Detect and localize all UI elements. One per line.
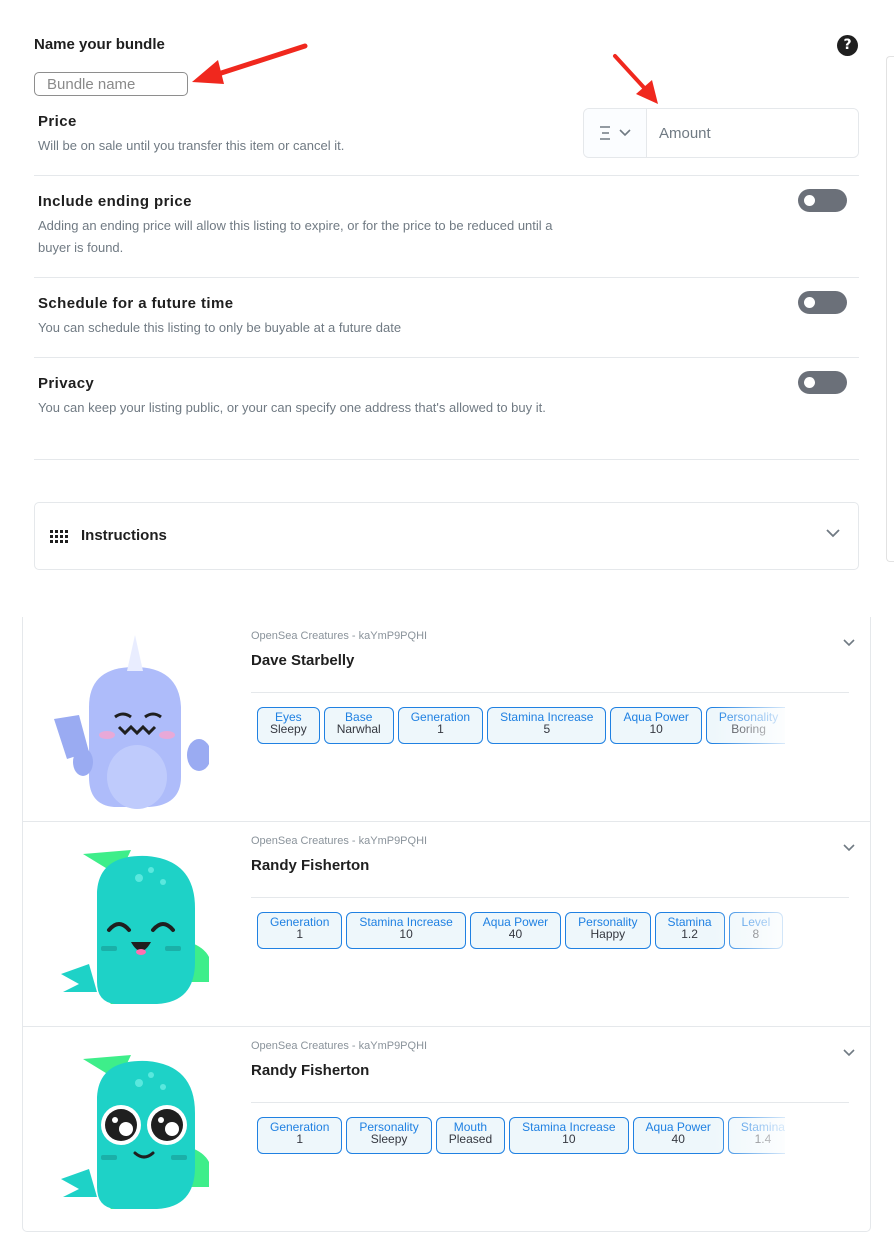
chevron-down-icon [826, 529, 840, 538]
trait-badge[interactable]: Eyes Sleepy [257, 707, 320, 744]
trait-badge[interactable]: Stamina Increase 10 [509, 1117, 629, 1154]
amount-input[interactable] [647, 109, 858, 157]
collection-name[interactable]: OpenSea Creatures - kaYmP9PQHI [251, 1040, 427, 1052]
trait-badge[interactable]: Stamina 1.4 [727, 1117, 785, 1154]
privacy-description: You can keep your listing public, or you… [38, 400, 546, 415]
question-circle-icon[interactable]: ? [837, 35, 858, 56]
chevron-down-icon[interactable] [843, 844, 855, 852]
ending-price-title: Include ending price [38, 193, 192, 210]
chevron-down-icon [619, 129, 631, 137]
instructions-accordion[interactable]: Instructions [34, 502, 859, 570]
currency-select[interactable] [584, 109, 647, 157]
trait-badge[interactable]: Generation 1 [397, 707, 484, 744]
toggle-knob [804, 195, 815, 206]
trait-badge[interactable]: Aqua Power 10 [610, 707, 702, 744]
ending-price-description: Adding an ending price will allow this l… [38, 218, 553, 255]
trait-list: Generation 1 Stamina Increase 10 Aqua Powe… [257, 912, 785, 952]
trait-badge[interactable]: Personality Happy [565, 912, 651, 949]
divider [34, 459, 859, 460]
trait-badge[interactable]: Base Narwhal [323, 707, 394, 744]
divider [34, 175, 859, 176]
divider [34, 277, 859, 278]
trait-badge[interactable]: Stamina Increase 10 [346, 912, 466, 949]
item-name[interactable]: Randy Fisherton [251, 1062, 369, 1079]
trait-badge[interactable]: Personality Boring [705, 707, 785, 744]
bundle-items-list: OpenSea Creatures - kaYmP9PQHI Dave Star… [22, 617, 871, 1232]
schedule-title: Schedule for a future time [38, 295, 234, 312]
trait-badge[interactable]: Personality Sleepy [346, 1117, 432, 1154]
bundle-name-label: Name your bundle [34, 36, 165, 53]
annotation-arrow-down-icon [613, 54, 658, 104]
trait-badge[interactable]: Stamina 1.2 [654, 912, 725, 949]
bundle-item-card[interactable]: OpenSea Creatures - kaYmP9PQHI Dave Star… [23, 617, 870, 822]
trait-badge[interactable]: Generation 1 [257, 1117, 343, 1154]
item-name[interactable]: Dave Starbelly [251, 652, 354, 669]
privacy-title: Privacy [38, 375, 95, 392]
divider [251, 1102, 849, 1103]
side-panel-edge [886, 56, 894, 562]
collection-name[interactable]: OpenSea Creatures - kaYmP9PQHI [251, 630, 427, 642]
narwhal-creature-image [54, 635, 209, 809]
schedule-toggle[interactable] [798, 291, 847, 314]
trait-badge[interactable]: Level 8 [728, 912, 784, 949]
instructions-label: Instructions [81, 527, 167, 544]
trait-list: Eyes Sleepy Base Narwhal Generation 1 Stami… [257, 707, 785, 747]
privacy-toggle[interactable] [798, 371, 847, 394]
trait-list: Generation 1 Personality Sleepy Mouth Pleas… [257, 1117, 785, 1157]
price-input-group [583, 108, 859, 158]
schedule-description: You can schedule this listing to only be… [38, 320, 402, 335]
fish-creature-image [61, 850, 209, 1004]
fish-creature-image [61, 1055, 209, 1209]
trait-badge[interactable]: Aqua Power 40 [632, 1117, 724, 1154]
ethereum-icon [600, 126, 610, 140]
bundle-item-card[interactable]: OpenSea Creatures - kaYmP9PQHI Randy Fis… [23, 1027, 870, 1232]
toggle-knob [804, 377, 815, 388]
trait-badge[interactable]: Stamina Increase 5 [487, 707, 607, 744]
ending-price-toggle[interactable] [798, 189, 847, 212]
annotation-arrow-left-icon [192, 43, 308, 84]
trait-badge[interactable]: Mouth Pleased [435, 1117, 506, 1154]
bundle-item-card[interactable]: OpenSea Creatures - kaYmP9PQHI Randy Fis… [23, 822, 870, 1027]
price-title: Price [38, 113, 77, 130]
trait-badge[interactable]: Generation 1 [257, 912, 343, 949]
toggle-knob [804, 297, 815, 308]
bundle-name-input[interactable] [34, 72, 188, 96]
collection-name[interactable]: OpenSea Creatures - kaYmP9PQHI [251, 835, 427, 847]
item-name[interactable]: Randy Fisherton [251, 857, 369, 874]
chevron-down-icon[interactable] [843, 1049, 855, 1057]
trait-badge[interactable]: Aqua Power 40 [469, 912, 562, 949]
divider [251, 897, 849, 898]
chevron-down-icon[interactable] [843, 639, 855, 647]
grid-icon [50, 530, 68, 543]
divider [34, 357, 859, 358]
price-description: Will be on sale until you transfer this … [38, 138, 345, 153]
divider [251, 692, 849, 693]
